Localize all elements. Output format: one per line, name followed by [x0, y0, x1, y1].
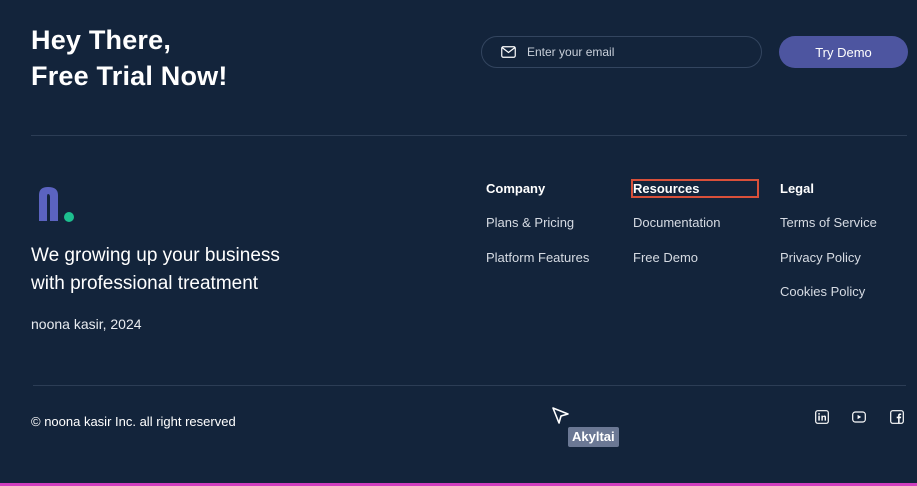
footer-link-terms[interactable]: Terms of Service — [780, 215, 877, 231]
brand-tagline: We growing up your business with profess… — [31, 242, 280, 298]
email-field[interactable] — [527, 45, 727, 59]
column-heading-legal: Legal — [780, 181, 814, 196]
footer-link-cookies[interactable]: Cookies Policy — [780, 284, 877, 300]
brand-year: noona kasir, 2024 — [31, 316, 142, 332]
mail-icon — [501, 46, 516, 58]
divider — [31, 135, 907, 136]
cursor-arrow-icon — [552, 407, 569, 424]
tagline-line-1: We growing up your business — [31, 245, 280, 266]
hero-line-1: Hey There, — [31, 25, 172, 55]
cursor-user-label: Akyltai — [568, 427, 619, 447]
youtube-icon[interactable] — [852, 410, 866, 424]
copyright-text: © noona kasir Inc. all right reserved — [31, 414, 236, 429]
linkedin-icon[interactable] — [815, 410, 829, 424]
tagline-line-2: with professional treatment — [31, 273, 259, 294]
noona-logo — [39, 187, 74, 222]
footer-link-platform-features[interactable]: Platform Features — [486, 250, 589, 266]
facebook-icon[interactable] — [890, 410, 904, 424]
try-demo-button[interactable]: Try Demo — [779, 36, 908, 68]
footer-column-company: Company Plans & Pricing Platform Feature… — [486, 181, 589, 266]
selection-highlight — [631, 179, 759, 198]
footer-link-plans-pricing[interactable]: Plans & Pricing — [486, 215, 589, 231]
column-heading-company: Company — [486, 181, 546, 196]
divider — [33, 385, 906, 386]
footer-column-legal: Legal Terms of Service Privacy Policy Co… — [780, 181, 877, 300]
email-field-wrapper[interactable] — [481, 36, 762, 68]
footer-link-privacy[interactable]: Privacy Policy — [780, 250, 877, 266]
footer-link-free-demo[interactable]: Free Demo — [633, 250, 720, 266]
hero-title: Hey There, Free Trial Now! — [31, 22, 228, 94]
hero-line-2: Free Trial Now! — [31, 61, 228, 91]
footer-link-documentation[interactable]: Documentation — [633, 215, 720, 231]
